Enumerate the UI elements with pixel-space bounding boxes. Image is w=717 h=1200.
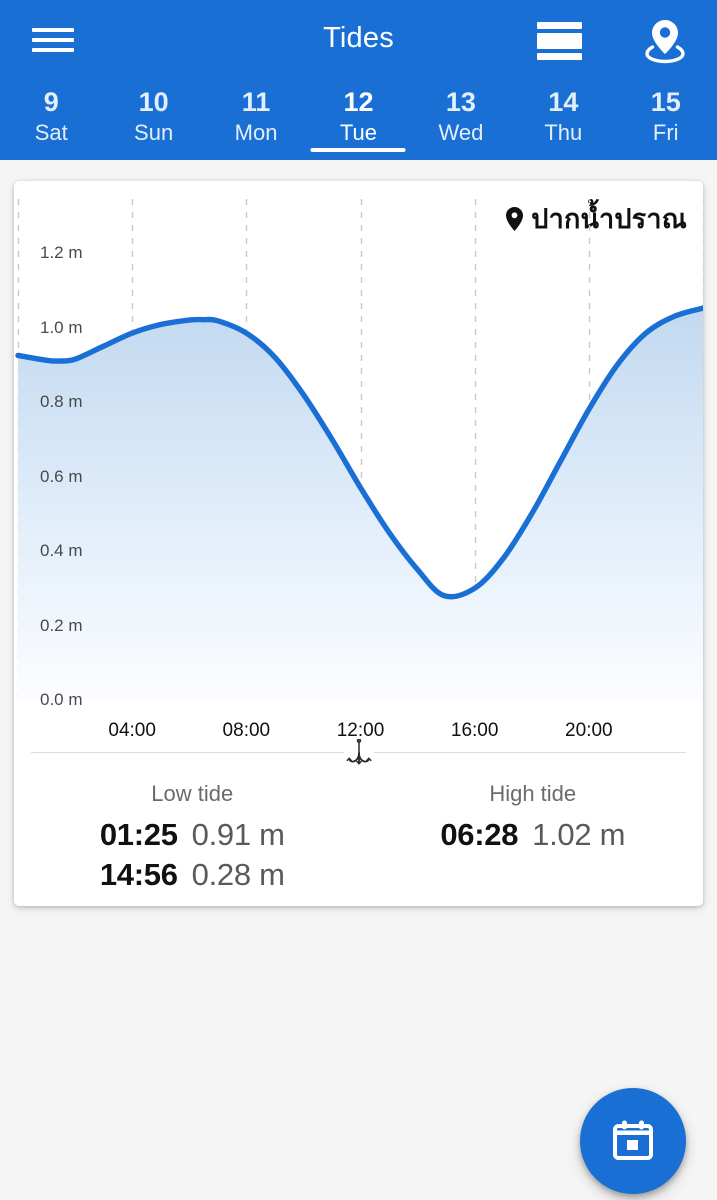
high-tide-height: 1.02 m — [532, 817, 626, 852]
tide-summary: Low tide 01:25 0.91 m 14:56 0.28 m High … — [14, 781, 703, 897]
chart-y-tick-label: 0.8 m — [40, 392, 83, 411]
date-tab-day: 12 — [343, 87, 374, 117]
date-tab-14[interactable]: 14 Thu — [512, 80, 614, 160]
chart-y-tick-label: 0.2 m — [40, 615, 83, 635]
date-tab-weekday: Sun — [134, 120, 174, 146]
date-tab-weekday: Sat — [34, 120, 68, 146]
chart-y-tick-label: 0.6 m — [40, 466, 83, 486]
tide-area-fill — [18, 308, 703, 700]
chart-y-tick-label: 1.0 m — [40, 317, 83, 337]
date-tab-day: 13 — [445, 87, 476, 117]
calendar-icon — [613, 1120, 653, 1160]
low-tide-row: 01:25 0.91 m — [100, 817, 285, 853]
calendar-fab-button[interactable] — [580, 1088, 686, 1194]
chart-x-tick-label: 16:00 — [450, 720, 499, 741]
table-bar — [537, 33, 582, 49]
date-tab-day: 11 — [241, 87, 271, 117]
low-tide-heading: Low tide — [151, 781, 234, 806]
date-tab-day: 14 — [548, 87, 579, 117]
date-tab-weekday: Fri — [652, 120, 679, 146]
chart-x-tick-label: 04:00 — [108, 720, 156, 741]
date-tab-weekday: Tue — [339, 120, 378, 146]
chart-x-tick-label: 08:00 — [222, 720, 271, 741]
fishing-hook-icon — [344, 738, 374, 768]
date-tab-9[interactable]: 9 Sat — [0, 80, 102, 160]
date-tab-weekday: Thu — [544, 120, 583, 146]
low-tide-row: 14:56 0.28 m — [100, 857, 285, 893]
date-tab-10[interactable]: 10 Sun — [102, 80, 204, 160]
high-tide-time: 06:28 — [440, 817, 519, 852]
date-tab-weekday: Wed — [438, 120, 484, 146]
date-tab-day: 9 — [43, 87, 59, 117]
table-bar — [537, 53, 582, 60]
location-pin-icon[interactable] — [645, 18, 685, 64]
chart-y-tick-label: 1.2 m — [40, 243, 83, 262]
chart-y-tick-label: 0.0 m — [40, 690, 83, 709]
low-tide-column: Low tide 01:25 0.91 m 14:56 0.28 m — [14, 781, 363, 897]
date-tab-day: 15 — [650, 87, 681, 117]
tide-chart: 0.0 m 0.2 m 0.4 m 0.6 m 0.8 m 1.0 m 1.2 m 04:0… — [14, 181, 703, 741]
low-tide-time: 14:56 — [99, 857, 178, 892]
low-tide-time: 01:25 — [99, 817, 178, 852]
page-title: Tides — [323, 22, 394, 54]
date-tab-13[interactable]: 13 Wed — [410, 80, 512, 160]
app-bar: Tides 9 Sat 10 Sun 11 Mon 12 Tue 13 Wed … — [0, 0, 717, 160]
chart-x-tick-label: 20:00 — [565, 720, 613, 741]
table-bar — [537, 22, 582, 29]
date-tab-weekday: Mon — [234, 120, 278, 146]
table-view-icon[interactable] — [537, 22, 582, 60]
high-tide-heading: High tide — [489, 781, 577, 806]
low-tide-height: 0.28 m — [191, 857, 285, 892]
date-tab-strip: 9 Sat 10 Sun 11 Mon 12 Tue 13 Wed 14 Thu — [0, 80, 717, 160]
date-tab-day: 10 — [138, 87, 169, 117]
tide-chart-svg — [15, 199, 703, 700]
date-tab-12[interactable]: 12 Tue — [307, 80, 409, 160]
high-tide-row: 06:28 1.02 m — [440, 817, 625, 853]
tide-card: ปากน้ำปราณ 0.0 m 0.2 m 0.4 m 0.6 m 0.8 m 1.0 … — [14, 181, 703, 906]
low-tide-height: 0.91 m — [191, 817, 285, 852]
date-tab-11[interactable]: 11 Mon — [205, 80, 307, 160]
chart-y-tick-label: 0.4 m — [40, 541, 83, 560]
high-tide-column: High tide 06:28 1.02 m — [363, 781, 704, 897]
date-tab-15[interactable]: 15 Fri — [615, 80, 717, 160]
app-bar-top: Tides — [0, 0, 717, 80]
date-tab-indicator — [310, 148, 406, 152]
